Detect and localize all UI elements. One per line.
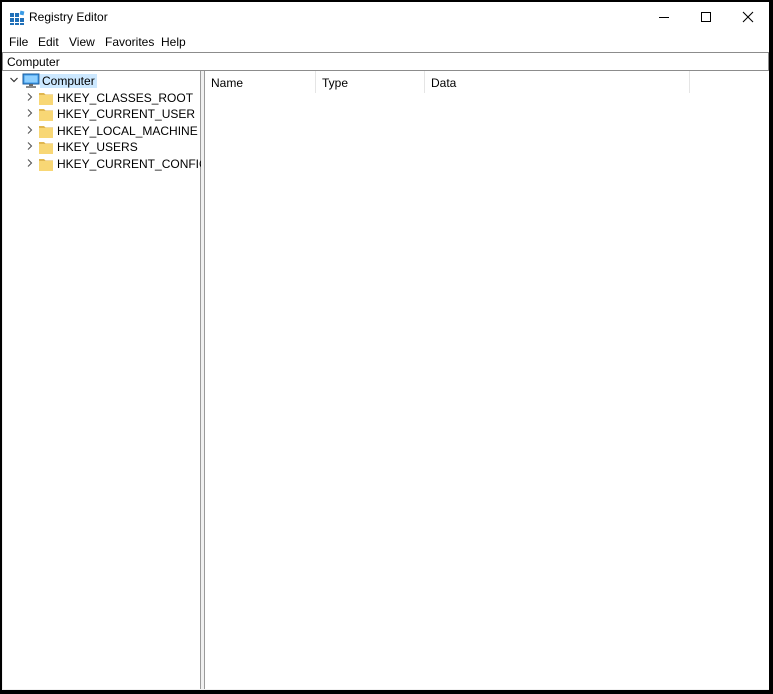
tree-node-hkcu[interactable]: HKEY_CURRENT_USER bbox=[3, 106, 195, 122]
maximize-icon bbox=[701, 12, 711, 22]
folder-icon bbox=[39, 93, 53, 105]
tree-node-hklm[interactable]: HKEY_LOCAL_MACHINE bbox=[3, 123, 198, 139]
tree-node-computer[interactable]: Computer bbox=[3, 73, 193, 89]
tree-node-hkcc[interactable]: HKEY_CURRENT_CONFIG bbox=[3, 156, 208, 172]
menu-help[interactable]: Help bbox=[161, 35, 186, 49]
column-header-name-label: Name bbox=[211, 76, 244, 90]
tree-label-hkcc[interactable]: HKEY_CURRENT_CONFIG bbox=[55, 157, 210, 171]
folder-icon bbox=[39, 126, 53, 138]
key-tree-pane[interactable]: Computer HKEY_CLASSES_ROOT HKEY_CURRENT_… bbox=[3, 71, 208, 689]
chevron-right-icon[interactable] bbox=[25, 125, 35, 135]
address-path[interactable]: Computer bbox=[7, 55, 60, 69]
folder-icon bbox=[39, 109, 53, 121]
registry-editor-icon bbox=[10, 10, 25, 25]
address-bar[interactable]: Computer bbox=[2, 52, 769, 71]
menu-file[interactable]: File bbox=[9, 35, 28, 49]
tree-node-hku[interactable]: HKEY_USERS bbox=[3, 139, 193, 155]
tree-label-hkcr[interactable]: HKEY_CLASSES_ROOT bbox=[55, 91, 195, 105]
chevron-right-icon[interactable] bbox=[25, 92, 35, 102]
folder-icon bbox=[39, 159, 53, 171]
chevron-down-icon[interactable] bbox=[9, 75, 19, 85]
tree-node-hkcr[interactable]: HKEY_CLASSES_ROOT bbox=[3, 90, 193, 106]
folder-icon bbox=[39, 142, 53, 154]
title-bar[interactable]: Registry Editor bbox=[2, 2, 769, 32]
window-title: Registry Editor bbox=[29, 10, 108, 24]
menu-view[interactable]: View bbox=[69, 35, 95, 49]
menu-favorites[interactable]: Favorites bbox=[105, 35, 154, 49]
tree-label-hklm[interactable]: HKEY_LOCAL_MACHINE bbox=[55, 124, 200, 138]
menu-edit[interactable]: Edit bbox=[38, 35, 59, 49]
tree-label-hkcu[interactable]: HKEY_CURRENT_USER bbox=[55, 107, 197, 121]
values-list-pane[interactable]: Name Type Data bbox=[205, 71, 769, 689]
close-button[interactable] bbox=[725, 2, 771, 32]
column-header-data-label: Data bbox=[431, 76, 457, 90]
chevron-right-icon[interactable] bbox=[25, 158, 35, 168]
close-icon bbox=[742, 11, 754, 23]
column-header-type[interactable]: Type bbox=[316, 71, 425, 93]
tree-label-computer[interactable]: Computer bbox=[40, 74, 97, 88]
menu-bar: File Edit View Favorites Help bbox=[2, 32, 769, 52]
column-header-name[interactable]: Name bbox=[205, 71, 316, 93]
maximize-button[interactable] bbox=[683, 2, 729, 32]
tree-label-hku[interactable]: HKEY_USERS bbox=[55, 140, 140, 154]
chevron-right-icon[interactable] bbox=[25, 141, 35, 151]
registry-editor-window: Registry Editor File Edit View Favorites… bbox=[2, 2, 769, 690]
minimize-icon bbox=[659, 17, 669, 18]
column-header-data[interactable]: Data bbox=[425, 71, 690, 93]
column-header-type-label: Type bbox=[322, 76, 349, 90]
chevron-right-icon[interactable] bbox=[25, 108, 35, 118]
minimize-button[interactable] bbox=[641, 2, 687, 32]
computer-icon bbox=[22, 73, 40, 88]
